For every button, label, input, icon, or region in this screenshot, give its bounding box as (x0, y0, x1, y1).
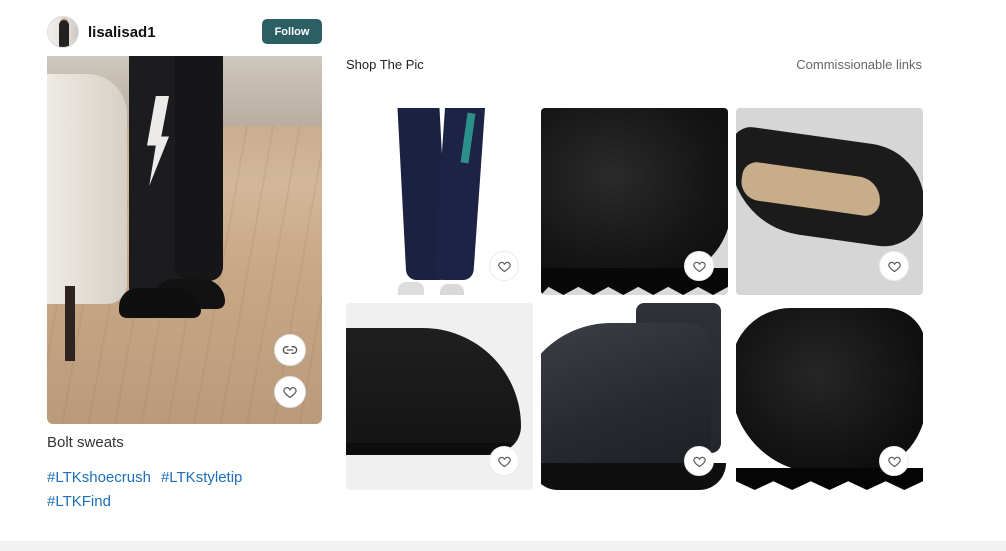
product-favorite-button[interactable] (684, 446, 714, 476)
product-favorite-button[interactable] (879, 446, 909, 476)
product-card-black-mini-boot[interactable] (541, 303, 728, 490)
product-card-navy-bolt-sweatpants[interactable] (346, 108, 533, 295)
avatar[interactable] (47, 16, 79, 48)
commissionable-links-note: Commissionable links (796, 57, 922, 72)
hashtag-link[interactable]: #LTKFind (47, 493, 111, 510)
post-caption: Bolt sweats (47, 434, 124, 451)
heart-icon (692, 261, 706, 272)
follow-button[interactable]: Follow (262, 19, 322, 44)
heart-icon (887, 261, 901, 272)
link-icon (282, 346, 298, 354)
heart-icon (692, 456, 706, 467)
post-photo[interactable] (47, 56, 322, 424)
heart-icon (497, 456, 511, 467)
product-favorite-button[interactable] (489, 251, 519, 281)
hashtag-link[interactable]: #LTKshoecrush (47, 469, 151, 486)
post-favorite-button[interactable] (274, 376, 306, 408)
product-card-black-fur-slipper[interactable] (736, 303, 923, 490)
page-bottom-divider (0, 541, 1006, 551)
username[interactable]: lisalisad1 (88, 24, 156, 41)
heart-icon (283, 387, 297, 398)
product-favorite-button[interactable] (684, 251, 714, 281)
hashtag-list: #LTKshoecrush #LTKstyletip #LTKFind (47, 466, 322, 514)
heart-icon (887, 456, 901, 467)
hashtag-link[interactable]: #LTKstyletip (161, 469, 242, 486)
heart-icon (497, 261, 511, 272)
shop-title: Shop The Pic (346, 57, 424, 72)
author-header[interactable]: lisalisad1 (47, 16, 156, 48)
copy-link-button[interactable] (274, 334, 306, 366)
product-card-black-fur-slide[interactable] (541, 108, 728, 295)
product-card-black-ugg-slipper[interactable] (736, 108, 923, 295)
product-favorite-button[interactable] (879, 251, 909, 281)
product-favorite-button[interactable] (489, 446, 519, 476)
product-card-black-slip-on-shoe[interactable] (346, 303, 533, 490)
